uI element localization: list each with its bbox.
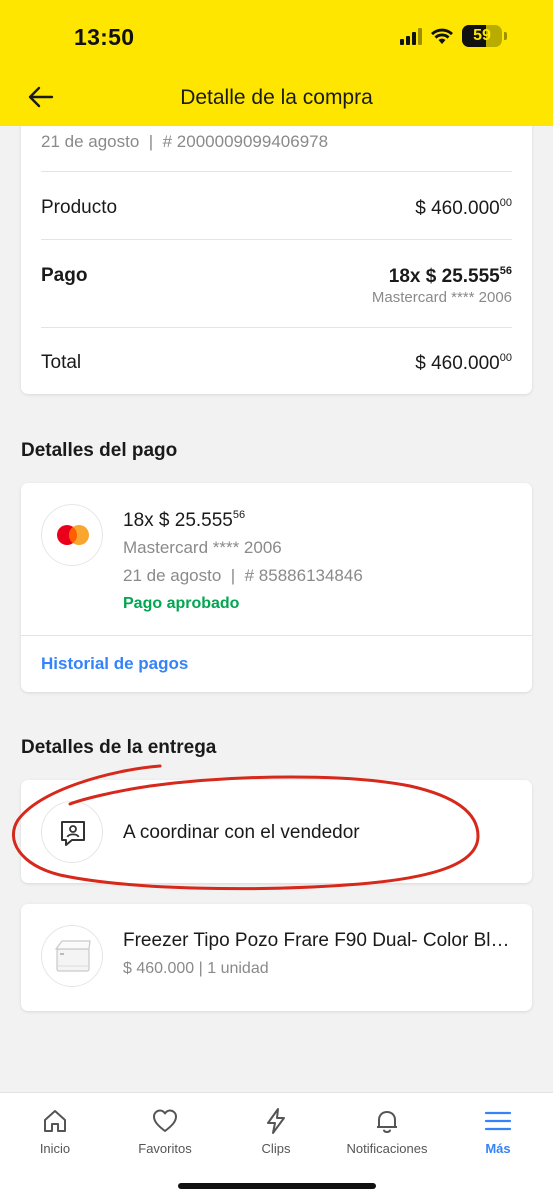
contact-seller-icon [41, 801, 103, 863]
battery-icon: 59 [462, 25, 502, 47]
tab-clips[interactable]: Clips [221, 1107, 331, 1156]
tab-inicio[interactable]: Inicio [0, 1107, 110, 1156]
signal-icon [400, 27, 422, 45]
bolt-icon [267, 1108, 285, 1134]
item-price-quantity: $ 460.000 | 1 unidad [123, 960, 269, 977]
product-amount: $ 460.00000 [415, 197, 512, 219]
payment-history-link[interactable]: Historial de pagos [41, 654, 188, 674]
home-indicator [178, 1183, 376, 1189]
order-meta: 21 de agosto | # 2000009099406978 [41, 132, 329, 151]
home-icon [44, 1110, 66, 1132]
tab-label: Favoritos [138, 1141, 192, 1156]
tab-favoritos[interactable]: Favoritos [110, 1107, 220, 1156]
tab-notificaciones[interactable]: Notificaciones [332, 1107, 442, 1156]
delivery-method: A coordinar con el vendedor [123, 822, 360, 843]
freezer-thumbnail [41, 925, 103, 987]
header-bar: 13:50 59 Detalle de la compra [0, 0, 553, 126]
tab-label: Más [485, 1141, 511, 1156]
payment-details-card: 18x $ 25.55556 Mastercard **** 2006 21 d… [21, 483, 532, 692]
wifi-icon [431, 28, 453, 44]
page-title: Detalle de la compra [180, 86, 373, 109]
product-row: Producto $ 460.00000 [41, 197, 512, 219]
payment-meta: 21 de agosto | # 85886134846 [123, 566, 363, 585]
mastercard-icon [41, 504, 103, 566]
total-amount: $ 460.00000 [415, 352, 512, 374]
bell-icon [377, 1111, 397, 1133]
item-title: Freezer Tipo Pozo Frare F90 Dual- Color … [123, 930, 515, 951]
status-icons: 59 [400, 25, 507, 47]
divider [41, 171, 512, 172]
divider [21, 635, 532, 636]
divider [41, 327, 512, 328]
payment-details-title: Detalles del pago [21, 440, 178, 461]
payment-amount: 18x $ 25.55556 [388, 265, 512, 287]
payment-label: Pago [41, 265, 88, 286]
tab-label: Clips [261, 1141, 291, 1156]
payment-amount: 18x $ 25.55556 [123, 509, 246, 531]
payment-row: Pago 18x $ 25.55556 Mastercard **** 2006 [41, 265, 512, 306]
payment-card: Mastercard **** 2006 [123, 538, 282, 557]
delivery-details-title: Detalles de la entrega [21, 737, 217, 758]
item-card[interactable]: Freezer Tipo Pozo Frare F90 Dual- Color … [21, 904, 532, 1011]
product-label: Producto [41, 197, 118, 218]
total-row: Total $ 460.00000 [41, 352, 512, 374]
payment-status: Pago aprobado [123, 595, 240, 612]
tab-label: Inicio [39, 1141, 71, 1156]
heart-icon [153, 1109, 177, 1132]
payment-card: Mastercard **** 2006 [371, 289, 512, 306]
delivery-card[interactable]: A coordinar con el vendedor [21, 780, 532, 883]
divider [41, 239, 512, 240]
tab-mas[interactable]: Más [443, 1107, 553, 1156]
battery-percent: 59 [473, 27, 491, 44]
battery-tip [504, 32, 507, 40]
menu-icon [484, 1111, 512, 1131]
tab-label: Notificaciones [346, 1141, 428, 1156]
status-time: 13:50 [74, 24, 135, 50]
total-label: Total [41, 352, 82, 373]
